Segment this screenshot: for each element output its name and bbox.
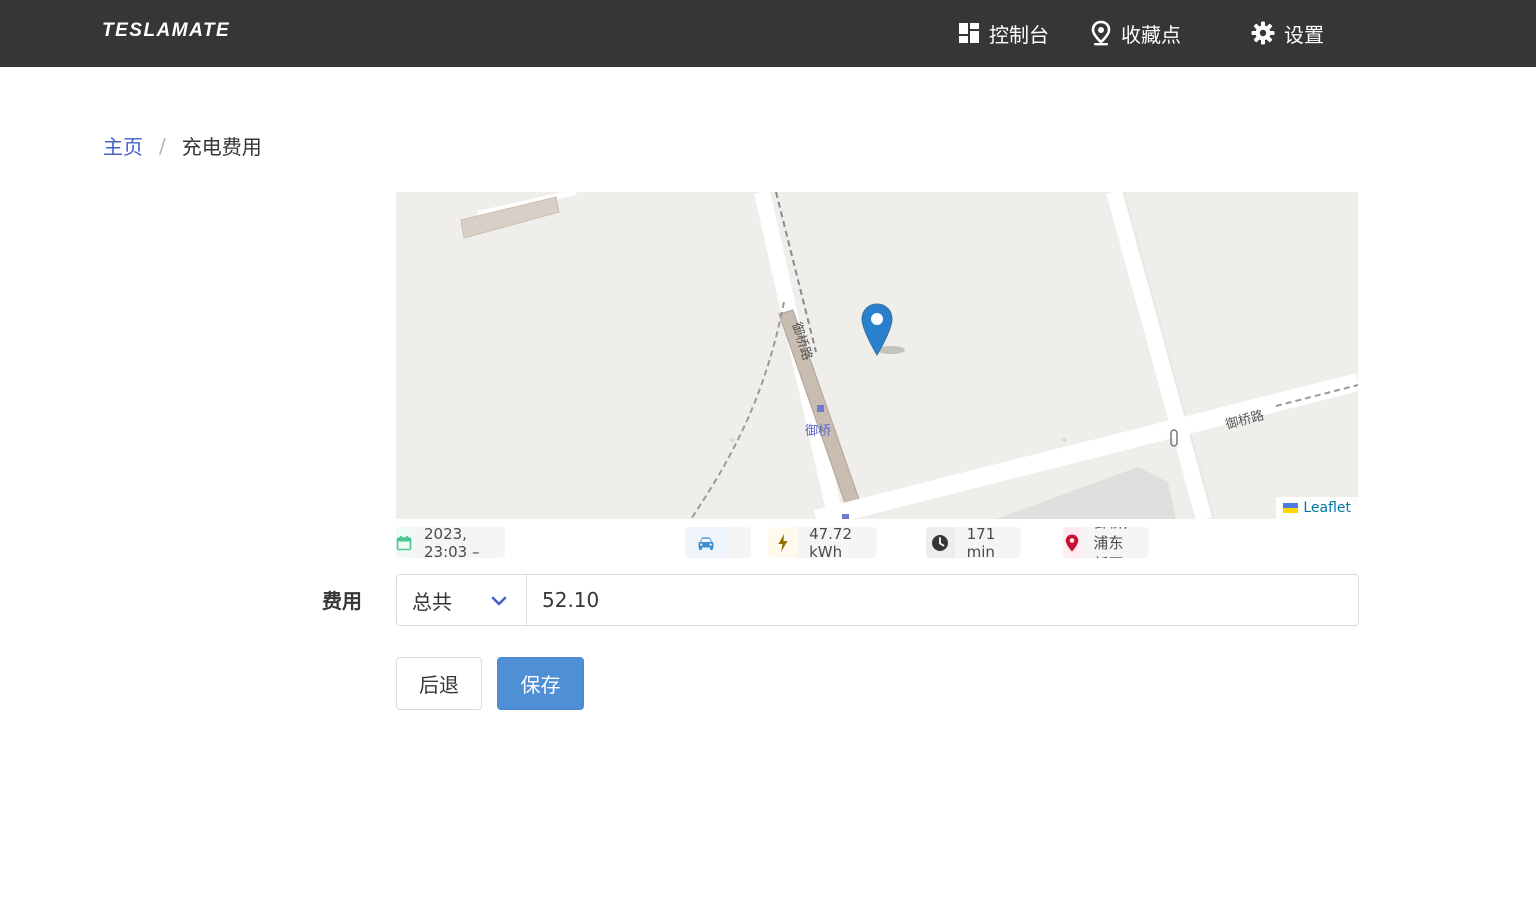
tag-date-text: Jun 21, 2023, 23:03 – 01:53 <box>412 527 506 558</box>
map-marker-icon[interactable] <box>861 303 911 358</box>
bolt-icon <box>768 527 798 558</box>
leaflet-link[interactable]: Leaflet <box>1303 500 1351 516</box>
cost-mode-selected: 总共 <box>412 589 452 614</box>
cost-input[interactable] <box>526 574 1359 626</box>
tag-date: Jun 21, 2023, 23:03 – 01:53 <box>396 527 506 558</box>
car-icon <box>685 527 727 558</box>
map-attribution: Leaflet <box>1276 497 1358 519</box>
tag-location-text: 御桥, 浦东新区 <box>1081 527 1149 558</box>
save-button[interactable]: 保存 <box>497 657 584 710</box>
breadcrumb: 主页 / 充电费用 <box>103 131 262 160</box>
tag-energy-text: 47.72 kWh <box>797 527 877 558</box>
breadcrumb-separator: / <box>159 133 166 158</box>
cost-label: 费用 <box>322 589 362 613</box>
map-pin-icon <box>1091 20 1111 46</box>
brand-logo[interactable]: TESLAMATE <box>102 20 230 42</box>
breadcrumb-home-link[interactable]: 主页 <box>103 131 143 160</box>
top-navbar: TESLAMATE 控制台 收藏点 设置 <box>0 0 1536 67</box>
charge-location-map[interactable]: + + 御桥路 御桥 御桥路 Leaflet <box>396 192 1358 519</box>
location-pin-icon <box>1063 527 1082 558</box>
nav-label-dashboard: 控制台 <box>989 22 1049 47</box>
tag-duration: 171 min <box>926 527 1021 558</box>
svg-text:+: + <box>728 435 736 446</box>
nav-label-settings: 设置 <box>1284 22 1324 47</box>
back-button[interactable]: 后退 <box>396 657 482 710</box>
tag-car-text <box>727 527 751 558</box>
map-label-station: 御桥 <box>805 424 831 439</box>
cost-mode-select[interactable]: 总共 <box>396 574 527 626</box>
nav-item-geofences[interactable]: 收藏点 <box>1090 18 1181 48</box>
nav-label-geofences: 收藏点 <box>1121 22 1181 47</box>
tag-car <box>685 527 751 558</box>
ukraine-flag-icon <box>1283 503 1299 513</box>
dashboard-icon <box>959 23 979 43</box>
tag-location: 御桥, 浦东新区 <box>1063 527 1149 558</box>
gear-icon <box>1251 21 1275 45</box>
svg-text:+: + <box>1060 435 1068 446</box>
nav-item-dashboard[interactable]: 控制台 <box>958 18 1049 48</box>
tag-energy: 47.72 kWh <box>768 527 877 558</box>
breadcrumb-current: 充电费用 <box>181 135 262 159</box>
chevron-down-icon <box>491 596 507 606</box>
nav-item-settings[interactable]: 设置 <box>1251 18 1324 48</box>
tag-duration-text: 171 min <box>954 527 1021 558</box>
clock-icon <box>926 527 955 558</box>
calendar-icon <box>396 527 412 558</box>
